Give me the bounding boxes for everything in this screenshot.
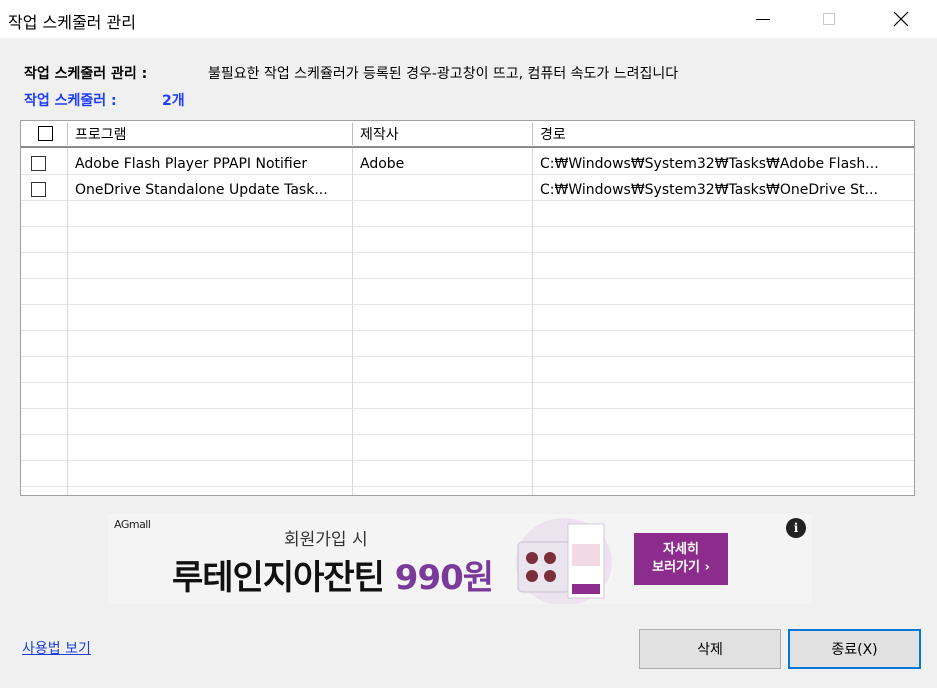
ad-price: 990원 (394, 558, 494, 598)
maker-cell: Adobe (360, 156, 405, 172)
ad-banner[interactable]: AGmall 회원가입 시 루테인지아잔틴 990원 자세히 보러가기 › i (108, 514, 812, 604)
row-divider (21, 174, 914, 175)
close-window-button[interactable] (878, 0, 924, 38)
close-icon (893, 11, 909, 27)
select-all-checkbox[interactable] (38, 126, 53, 141)
ad-product-name: 루테인지아잔틴 (172, 558, 395, 598)
close-button[interactable]: 종료(X) (788, 629, 921, 669)
row-divider (21, 226, 914, 227)
row-divider (21, 460, 914, 461)
path-cell: C:₩Windows₩System32₩Tasks₩OneDrive St... (540, 182, 878, 198)
count-label: 작업 스케줄러 : (24, 93, 117, 109)
row-divider (21, 252, 914, 253)
minimize-icon (756, 18, 770, 20)
column-header-program[interactable]: 프로그램 (75, 124, 127, 144)
title-bar: 작업 스케줄러 관리 (0, 0, 937, 38)
info-icon[interactable]: i (786, 518, 806, 538)
help-link[interactable]: 사용법 보기 (22, 638, 91, 658)
product-image-icon (516, 518, 612, 604)
row-divider (21, 278, 914, 279)
row-divider (21, 434, 914, 435)
column-header-path[interactable]: 경로 (540, 124, 566, 144)
row-divider (21, 200, 914, 201)
minimize-button[interactable] (740, 0, 786, 38)
ad-details-button[interactable]: 자세히 보러가기 › (634, 533, 728, 585)
program-cell: Adobe Flash Player PPAPI Notifier (75, 156, 308, 172)
row-divider (21, 382, 914, 383)
row-divider (21, 330, 914, 331)
ad-headline: 회원가입 시 (284, 530, 368, 550)
count-value: 2개 (162, 93, 185, 109)
header-separator (67, 123, 68, 145)
row-divider (21, 356, 914, 357)
list-header: 프로그램 제작사 경로 (21, 121, 914, 148)
column-separator (352, 121, 353, 495)
description-label: 작업 스케줄러 관리 : (24, 66, 148, 82)
path-cell: C:₩Windows₩System32₩Tasks₩Adobe Flash... (540, 156, 879, 172)
maximize-button (806, 0, 852, 38)
row-divider (21, 408, 914, 409)
delete-button[interactable]: 삭제 (639, 629, 781, 669)
column-separator (67, 121, 68, 495)
row-checkbox[interactable] (31, 182, 46, 197)
ad-button-line1: 자세히 (663, 542, 699, 557)
ad-button-line2: 보러가기 › (652, 560, 710, 575)
maximize-icon (823, 13, 835, 25)
header-separator (352, 123, 353, 145)
column-header-maker[interactable]: 제작사 (360, 124, 399, 144)
row-checkbox[interactable] (31, 156, 46, 171)
window-title: 작업 스케줄러 관리 (8, 13, 136, 32)
task-list[interactable]: 프로그램 제작사 경로 Adobe Flash Player PPAPI Not… (20, 120, 915, 496)
ad-brand-logo: AGmall (114, 518, 151, 531)
delete-button-label: 삭제 (697, 642, 723, 658)
program-cell: OneDrive Standalone Update Task... (75, 182, 328, 198)
column-separator (532, 121, 533, 495)
description-text: 불필요한 작업 스케쥴러가 등록된 경우-광고창이 뜨고, 컴퓨터 속도가 느려… (208, 66, 679, 82)
row-divider (21, 486, 914, 487)
row-divider (21, 304, 914, 305)
ad-main-text: 루테인지아잔틴 990원 (172, 550, 494, 599)
close-button-label: 종료(X) (831, 642, 878, 658)
header-separator (532, 123, 533, 145)
